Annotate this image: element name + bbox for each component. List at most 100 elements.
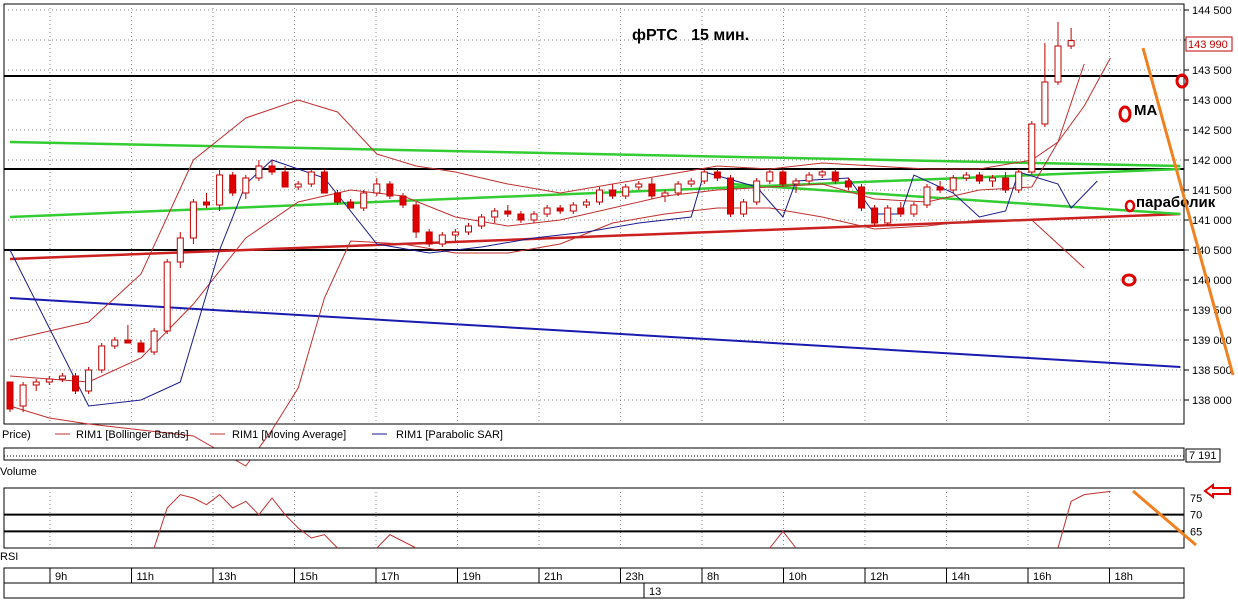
- candle-body-bull: [596, 189, 603, 203]
- candle-body-bull: [530, 213, 538, 221]
- candle-body-bull: [622, 186, 630, 197]
- time-label: 8h: [707, 571, 719, 583]
- time-label: 16h: [1033, 571, 1051, 583]
- candle: [189, 199, 197, 244]
- y-tick-label: 141 000: [1192, 215, 1232, 227]
- candle-body-bear: [504, 210, 512, 215]
- candle: [727, 175, 734, 217]
- candle-body-bull: [661, 192, 669, 197]
- candle-body-bull: [176, 237, 184, 263]
- candle-body-bear: [229, 174, 237, 194]
- candle-body-bull: [1054, 45, 1062, 83]
- candle-body-bull: [792, 180, 800, 185]
- candle-body-bull: [242, 177, 250, 194]
- candle-body-bear: [897, 207, 905, 215]
- volume-title: Volume: [0, 466, 37, 478]
- candle-body-bull: [949, 177, 957, 191]
- candle-body-bear: [124, 339, 132, 344]
- candle-body-bull: [989, 177, 996, 182]
- candle: [307, 169, 315, 187]
- time-label: 9h: [55, 571, 67, 583]
- time-label: 17h: [381, 571, 399, 583]
- candle: [229, 172, 237, 196]
- candle-body-bear: [347, 201, 355, 209]
- candle: [923, 184, 931, 208]
- rsi-title: RSI: [0, 551, 18, 563]
- time-label: 13h: [218, 571, 236, 583]
- volume-value: 7 191: [1189, 450, 1217, 462]
- candle-body-bull: [884, 207, 892, 224]
- candle: [779, 169, 787, 187]
- candle-body-bull: [923, 186, 931, 206]
- y-tick-label: 142 000: [1192, 155, 1232, 167]
- candle: [753, 178, 761, 205]
- rsi-panel: 75 70 65 RSI: [0, 483, 1231, 563]
- candle-body-bear: [386, 183, 394, 197]
- candle-body-bear: [399, 195, 407, 206]
- candle-body-bull: [582, 201, 590, 206]
- candle-body-bull: [635, 183, 643, 188]
- volume-panel: 7 191 Volume: [0, 447, 1221, 478]
- candle-body-bear: [6, 381, 14, 410]
- candle-body-bull: [438, 234, 446, 245]
- candle-body-bear: [517, 213, 525, 221]
- candle-body-bull: [543, 207, 551, 215]
- candle-body-bear: [779, 171, 787, 185]
- y-tick-label: 143 500: [1192, 65, 1232, 77]
- candle: [72, 373, 79, 394]
- legend-price: Price): [2, 429, 31, 441]
- date-label: 13: [649, 586, 661, 598]
- candle-body-bear: [609, 189, 617, 197]
- candle: [858, 184, 865, 211]
- annotation-ma: МА: [1134, 102, 1157, 119]
- time-label: 19h: [463, 571, 481, 583]
- candle-body-bear: [556, 207, 564, 212]
- y-tick-label: 139 500: [1192, 305, 1232, 317]
- candle-body-bull: [85, 369, 93, 392]
- rsi-arrow-icon: [1203, 483, 1231, 499]
- y-tick-label: 140 000: [1192, 275, 1232, 287]
- candle-body-bull: [674, 183, 682, 194]
- chart-title: фРТС 15 мин.: [632, 27, 749, 44]
- candle-body-bull: [163, 261, 171, 332]
- candle-body-bull: [98, 345, 106, 371]
- candle-body-bear: [713, 171, 721, 179]
- candle-body-bull: [111, 339, 119, 347]
- candle-body-bear: [72, 375, 79, 392]
- candle-body-bull: [19, 384, 27, 407]
- candle: [871, 205, 879, 226]
- candle-body-bear: [648, 183, 656, 197]
- candle-body-bear: [871, 207, 879, 224]
- rsi-y-axis: 75 70 65: [1190, 493, 1202, 538]
- time-label: 15h: [300, 571, 318, 583]
- legend-ma: RIM1 [Moving Average]: [232, 429, 346, 441]
- candle-body-bear: [831, 171, 839, 182]
- candle: [1028, 121, 1036, 175]
- candle: [85, 367, 93, 394]
- candle: [216, 169, 224, 211]
- candle-body-bull: [373, 183, 381, 194]
- candle-body-bull: [700, 171, 708, 182]
- candle-body-bull: [491, 210, 499, 218]
- y-tick-label: 142 500: [1192, 125, 1232, 137]
- candle: [1015, 169, 1023, 193]
- price-panel-frame: [3, 3, 1185, 425]
- candle-body-bull: [307, 171, 315, 185]
- candle-body-bull: [451, 231, 459, 236]
- candle: [150, 328, 158, 355]
- candle-body-bull: [294, 183, 302, 188]
- time-label: 23h: [626, 571, 644, 583]
- candle-body-bull: [740, 201, 748, 215]
- candle-body-bear: [320, 171, 328, 194]
- rsi-frame: [3, 487, 1185, 549]
- y-tick-label: 138 000: [1192, 395, 1232, 407]
- candle-body-bull: [687, 180, 695, 185]
- candle: [386, 181, 394, 199]
- candle-body-bear: [858, 186, 865, 209]
- candle: [163, 259, 171, 334]
- time-label: 14h: [952, 571, 970, 583]
- rsi-tick-label: 75: [1190, 493, 1202, 505]
- candle-body-bear: [203, 201, 210, 206]
- candle-body-bull: [766, 171, 774, 182]
- last-price-label: 143 990: [1188, 39, 1228, 51]
